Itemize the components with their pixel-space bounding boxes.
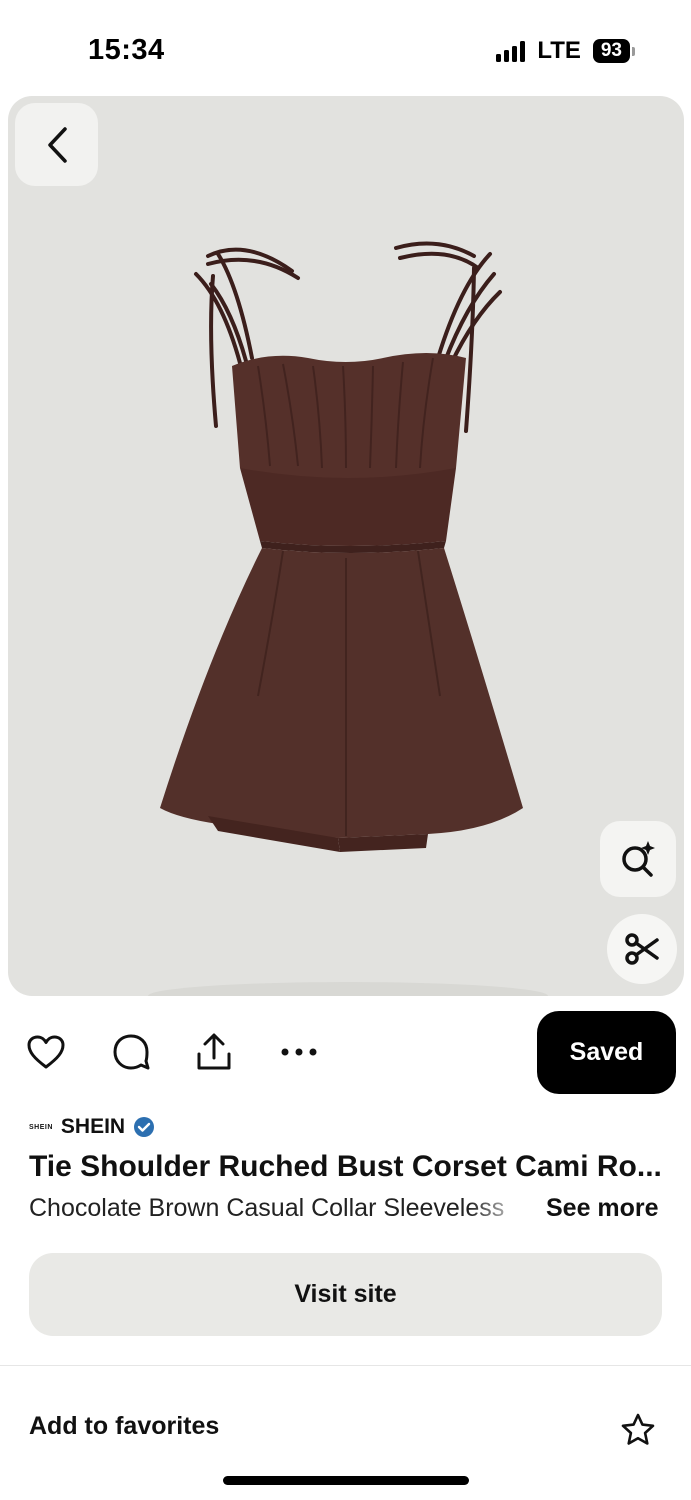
romper-dress-image <box>148 241 548 996</box>
brand-name[interactable]: SHEIN <box>61 1115 125 1139</box>
status-bar: 15:34 LTE 93 <box>0 0 691 95</box>
cutout-button[interactable] <box>607 914 677 984</box>
chevron-left-icon <box>47 126 67 163</box>
visit-site-button[interactable]: Visit site <box>29 1253 662 1336</box>
pin-title: Tie Shoulder Ruched Bust Corset Cami Ro.… <box>29 1150 662 1183</box>
network-label: LTE <box>537 37 581 64</box>
home-indicator <box>223 1476 469 1485</box>
back-button[interactable] <box>15 103 98 186</box>
star-icon[interactable] <box>620 1412 656 1448</box>
lens-sparkle-icon <box>622 841 655 877</box>
battery-icon: 93 <box>592 39 635 63</box>
share-icon <box>197 1033 231 1070</box>
status-indicators: LTE 93 <box>496 36 635 66</box>
visual-search-button[interactable] <box>600 821 676 897</box>
brand-row[interactable]: SHEIN SHEIN <box>29 1112 155 1142</box>
divider <box>0 1365 691 1366</box>
pin-description: Chocolate Brown Casual Collar Sleeveless <box>29 1194 505 1222</box>
add-to-favorites-row[interactable]: Add to favorites <box>0 1390 691 1470</box>
status-time: 15:34 <box>88 34 165 66</box>
verified-badge-icon <box>134 1117 155 1137</box>
more-dots-icon <box>281 1048 317 1056</box>
favorites-label: Add to favorites <box>29 1412 220 1440</box>
comment-button[interactable] <box>109 1030 153 1074</box>
battery-level: 93 <box>592 39 630 63</box>
signal-icon <box>496 40 526 62</box>
share-button[interactable] <box>192 1030 236 1074</box>
more-options-button[interactable] <box>277 1030 321 1074</box>
heart-icon <box>27 1035 65 1069</box>
comment-bubble-icon <box>113 1034 150 1070</box>
brand-logo: SHEIN <box>29 1123 53 1131</box>
pin-image-container[interactable] <box>8 96 684 996</box>
see-more-link[interactable]: See more <box>546 1194 659 1223</box>
saved-button[interactable]: Saved <box>537 1011 676 1094</box>
scissors-icon <box>625 933 659 965</box>
like-button[interactable] <box>24 1030 68 1074</box>
